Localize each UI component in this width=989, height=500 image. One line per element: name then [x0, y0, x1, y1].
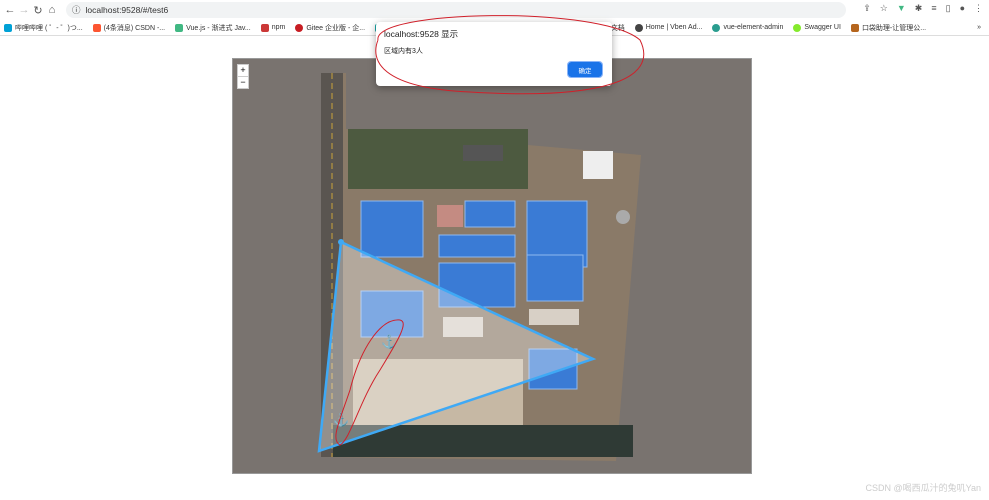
bookmark-label: Swagger UI	[804, 24, 841, 31]
more-bookmarks-icon[interactable]: »	[977, 24, 981, 31]
bookmark-item[interactable]: vue-element-admin	[712, 23, 784, 32]
vue-devtools-icon[interactable]: ▼	[897, 3, 906, 14]
bookmark-label: 口袋助理-让管理公...	[861, 24, 927, 32]
zoom-in-button[interactable]: +	[238, 65, 248, 77]
vue-element-icon	[712, 23, 721, 32]
side-panel-icon[interactable]: ▯	[946, 3, 951, 14]
bookmark-label: vue-element-admin	[723, 24, 784, 31]
bookmark-label: npm	[271, 24, 286, 31]
profile-icon[interactable]: ●	[960, 3, 965, 14]
dialog-title: localhost:9528 显示	[384, 29, 459, 39]
bookmark-label: 哔哩哔哩 ( ゜- ゜)つ...	[15, 24, 83, 32]
bookmark-item[interactable]: (4条消息) CSDN -...	[92, 23, 166, 33]
gitee-icon	[295, 23, 304, 32]
swagger-icon	[793, 23, 802, 32]
info-icon[interactable]: ⓘ	[72, 4, 81, 16]
address-bar[interactable]: ⓘ localhost:9528/#/test6	[66, 2, 846, 18]
url-text: localhost:9528/#/test6	[85, 5, 169, 15]
zoom-control: + −	[237, 64, 249, 89]
bilibili-icon	[4, 23, 12, 32]
bookmark-item[interactable]: Swagger UI	[793, 23, 841, 32]
globe-icon	[634, 23, 643, 32]
map-canvas: ⚓ ⚓	[317, 73, 641, 461]
back-icon[interactable]: ←	[3, 4, 17, 16]
reading-list-icon[interactable]: ≡	[931, 3, 936, 14]
zoom-out-button[interactable]: −	[238, 77, 248, 88]
bookmark-item[interactable]: 哔哩哔哩 ( ゜- ゜)つ...	[4, 23, 83, 33]
dialog-message: 区域内有3人	[384, 48, 423, 55]
bookmark-item[interactable]: npm	[260, 23, 286, 32]
bookmark-item[interactable]: 口袋助理-让管理公...	[850, 23, 927, 33]
person-marker-icon: ⚓	[333, 412, 349, 427]
watermark: CSDN @喝西瓜汁的兔叽Yan	[865, 483, 981, 493]
forward-icon[interactable]: →	[17, 4, 31, 16]
bookmark-label: Home | Vben Ad...	[645, 24, 703, 31]
csdn-icon	[92, 23, 101, 32]
ok-button[interactable]: 确定	[567, 61, 603, 78]
star-icon[interactable]: ☆	[880, 3, 888, 14]
npm-icon	[260, 23, 269, 32]
reload-icon[interactable]: ↻	[31, 4, 45, 17]
map-view[interactable]: ⚓ ⚓ + −	[232, 58, 752, 474]
selection-vertex	[338, 239, 344, 245]
home-icon[interactable]: ⌂	[45, 4, 59, 16]
share-icon[interactable]: ⇪	[863, 3, 871, 14]
bookmark-label: Gitee 企业版 - 企...	[306, 24, 366, 32]
extensions-icon[interactable]: ✱	[915, 3, 923, 14]
pocket-icon	[850, 23, 859, 32]
browser-toolbar: ← → ↻ ⌂ ⓘ localhost:9528/#/test6 ⇪ ☆ ▼ ✱…	[0, 0, 989, 20]
vue-icon	[175, 23, 184, 32]
menu-icon[interactable]: ⋮	[974, 3, 983, 14]
bookmark-item[interactable]: Gitee 企业版 - 企...	[295, 23, 365, 33]
bookmark-item[interactable]: Home | Vben Ad...	[634, 23, 703, 32]
alert-dialog: localhost:9528 显示 区域内有3人 确定	[376, 22, 612, 86]
person-marker-icon: ⚓	[381, 334, 397, 349]
bookmark-label: (4条消息) CSDN -...	[103, 24, 166, 32]
bookmark-item[interactable]: Vue.js - 渐进式 Jav...	[175, 23, 251, 33]
bookmark-label: Vue.js - 渐进式 Jav...	[186, 24, 251, 32]
